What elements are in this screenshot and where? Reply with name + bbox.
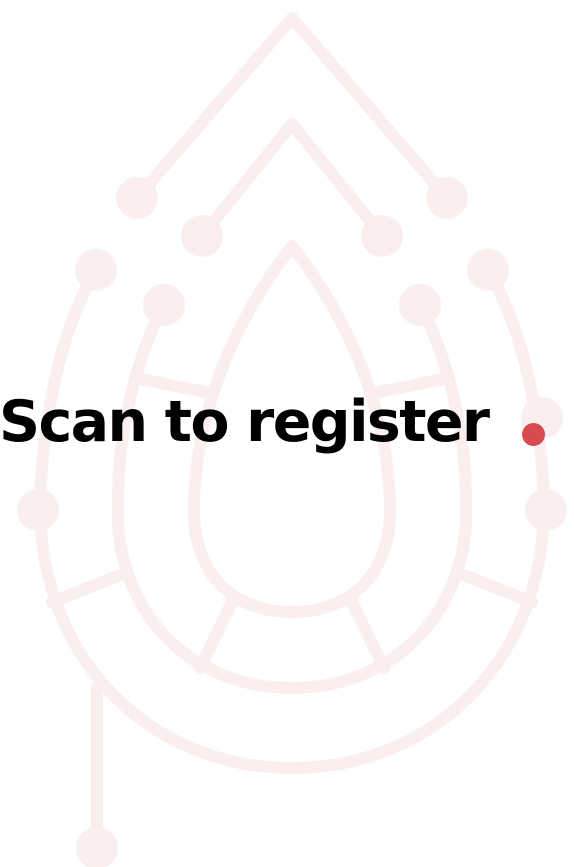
headline: Scan to register	[0, 382, 574, 462]
scan-to-register-heading: Scan to register	[0, 388, 490, 455]
dot-icon	[522, 423, 545, 446]
